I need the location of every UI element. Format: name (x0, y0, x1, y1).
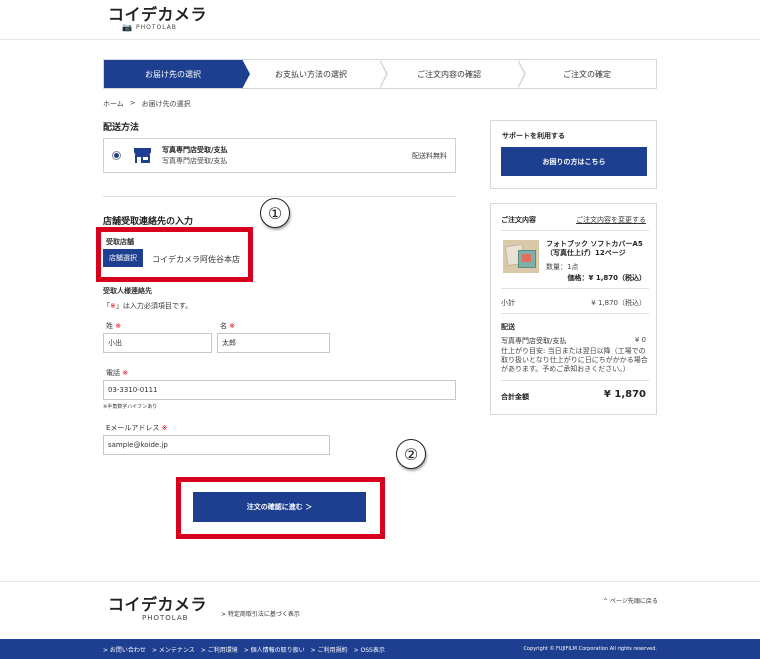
step-payment: お支払い方法の選択 (242, 59, 388, 89)
shipping-label: 配送 (501, 323, 515, 331)
delivery-option-title: 写真専門店受取/支払 (162, 146, 228, 154)
annotation-marker-1: ① (260, 198, 290, 228)
email-input[interactable]: sample@koide.jp (103, 435, 330, 455)
help-button[interactable]: お困りの方はこちら (501, 147, 647, 176)
shipping-method: 写真専門店受取/支払 (501, 337, 567, 345)
phone-label: 電話 ※ (106, 369, 129, 377)
order-summary-title: ご注文内容 (501, 216, 536, 224)
shipping-value: ¥ 0 (634, 336, 646, 344)
delivery-method-title: 配送方法 (103, 123, 140, 133)
footer-nav-oss[interactable]: > OSS表示 (354, 645, 385, 654)
phone-note: ※半角数字ハイフンあり (103, 404, 158, 410)
step-delivery: お届け先の選択 (104, 59, 250, 89)
chevron-right-icon (379, 59, 388, 89)
recipient-label: 受取人様連絡先 (103, 287, 152, 295)
step-label: お支払い方法の選択 (275, 69, 347, 79)
store-label: 受取店舗 (106, 238, 134, 246)
delivery-fee: 配送料無料 (412, 151, 447, 160)
delivery-option-store[interactable]: 写真専門店受取/支払 写真専門店受取/支払 配送料無料 (103, 138, 456, 173)
step-review: ご注文内容の確認 (380, 59, 526, 89)
step-label: ご注文の確定 (563, 69, 611, 79)
logo-text: コイデカメラ (108, 5, 208, 24)
step-complete: ご注文の確定 (518, 60, 656, 88)
delivery-radio[interactable] (112, 151, 121, 160)
email-label: Eメールアドレス ※ (106, 424, 168, 432)
footer-nav-environment[interactable]: > ご利用環境 (201, 645, 238, 654)
delivery-option-sub: 写真専門店受取/支払 (162, 157, 228, 165)
required-note: 「※」は入力必須項目です。 (103, 302, 193, 310)
store-select-button[interactable]: 店舗選択 (103, 249, 143, 267)
checkout-steps: お届け先の選択 お支払い方法の選択 ご注文内容の確認 ご注文の確定 (103, 59, 657, 89)
site-logo[interactable]: コイデカメラ 📷 PHOTOLAB (108, 6, 207, 32)
store-contact-title: 店舗受取連絡先の入力 (103, 217, 194, 227)
breadcrumb-home[interactable]: ホーム (103, 99, 124, 109)
page-top-link[interactable]: ^ ページ先頭に戻る (603, 596, 658, 605)
footer-logo-text: コイデカメラ (108, 595, 208, 614)
change-order-link[interactable]: ご注文内容を変更する (576, 215, 646, 225)
footer-bar: > お問い合わせ > メンテナンス > ご利用環境 > 個人情報の取り扱い > … (0, 639, 760, 659)
first-name-input[interactable]: 太郎 (217, 333, 330, 353)
support-panel: サポートを利用する お困りの方はこちら (490, 120, 657, 189)
chevron-right-icon (241, 59, 250, 89)
breadcrumb: ホーム > お届け先の選択 (103, 99, 191, 109)
product-name: フォトブック ソフトカバーA5（写真仕上げ）12ページ (546, 240, 643, 257)
chevron-right-icon (517, 59, 526, 89)
step-label: ご注文内容の確認 (417, 69, 481, 79)
phone-input[interactable]: 03-3310-0111 (103, 380, 456, 400)
total-label: 合計金額 (501, 393, 529, 401)
footer-nav-maintenance[interactable]: > メンテナンス (152, 645, 195, 654)
footer-nav: > お問い合わせ > メンテナンス > ご利用環境 > 個人情報の取り扱い > … (103, 645, 385, 654)
subtotal-label: 小計 (501, 299, 515, 307)
camera-icon: 📷 (122, 23, 132, 32)
product-quantity: 数量：1点 (546, 263, 579, 271)
selected-store-name: コイデカメラ阿佐谷本店 (152, 255, 240, 264)
total-value: ¥ 1,870 (603, 389, 646, 400)
product-price: 価格：¥ 1,870（税込） (567, 274, 646, 282)
first-name-label: 名 ※ (220, 322, 236, 330)
step-label: お届け先の選択 (145, 69, 201, 79)
shipping-note: 仕上がり目安: 当日または翌日以降（工場での取り扱いとなり仕上がりに日にちがかか… (501, 347, 648, 373)
last-name-input[interactable]: 小出 (103, 333, 212, 353)
breadcrumb-current: お届け先の選択 (141, 100, 191, 108)
order-summary-panel: ご注文内容 ご注文内容を変更する フォトブック ソフトカバーA5（写真仕上げ）1… (490, 203, 657, 415)
breadcrumb-separator: > (129, 99, 136, 107)
footer-nav-contact[interactable]: > お問い合わせ (103, 645, 146, 654)
site-header: コイデカメラ 📷 PHOTOLAB (0, 0, 760, 40)
footer-nav-privacy[interactable]: > 個人情報の取り扱い (244, 645, 305, 654)
footer-logo[interactable]: コイデカメラ PHOTOLAB (108, 596, 207, 622)
shop-icon (134, 148, 151, 163)
footer-logo-subtext: PHOTOLAB (142, 614, 189, 622)
support-title: サポートを利用する (502, 132, 565, 140)
footer-nav-terms[interactable]: > ご利用規約 (311, 645, 348, 654)
last-name-label: 姓 ※ (106, 322, 122, 330)
annotation-marker-2: ② (396, 439, 426, 469)
proceed-to-confirm-button[interactable]: 注文の確認に進む ＞ (193, 492, 366, 522)
logo-subtext: PHOTOLAB (135, 24, 177, 31)
section-divider (103, 196, 456, 197)
product-thumbnail (503, 240, 539, 273)
copyright: Copyright © FUJIFILM Corporation All rig… (523, 646, 657, 652)
legal-notice-link[interactable]: > 特定商取引法に基づく表示 (221, 609, 300, 618)
subtotal-value: ¥ 1,870（税込） (591, 299, 646, 307)
